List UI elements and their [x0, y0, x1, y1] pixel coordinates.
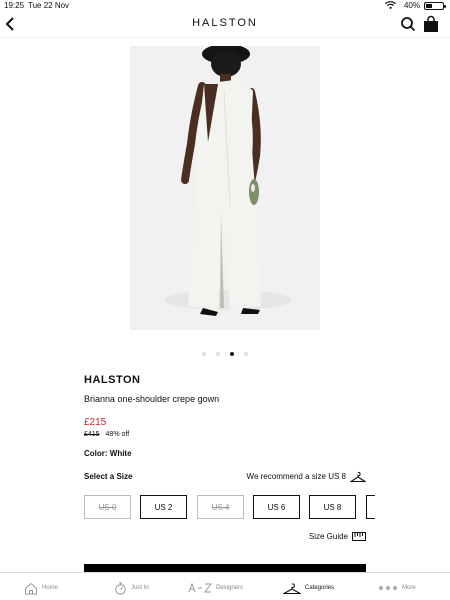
size-recommendation[interactable]: We recommend a size US 8: [247, 472, 346, 481]
tab-home[interactable]: Home: [24, 579, 58, 597]
size-option-us-4[interactable]: US 4: [197, 495, 244, 519]
select-size-label: Select a Size: [84, 472, 133, 481]
a-z-icon: [188, 583, 212, 593]
size-guide-label: Size Guide: [308, 532, 348, 541]
tab-just-in[interactable]: Just In: [114, 579, 149, 597]
product-image[interactable]: [130, 44, 320, 330]
size-header: Select a Size We recommend a size US 8: [84, 471, 366, 484]
product-price: £215: [84, 417, 107, 428]
carousel-dot[interactable]: [244, 352, 248, 356]
hanger-icon: [283, 582, 301, 594]
tab-designers[interactable]: Designers: [188, 579, 243, 597]
wifi-icon: [385, 1, 396, 9]
stopwatch-icon: [115, 582, 126, 595]
search-icon[interactable]: [400, 15, 416, 33]
tab-more-label: More: [402, 585, 416, 591]
product-info: HALSTON Brianna one-shoulder crepe gown …: [84, 374, 384, 458]
battery-percentage: 40%: [403, 1, 420, 10]
size-guide-link[interactable]: Size Guide: [309, 532, 366, 541]
shopping-bag-icon[interactable]: [422, 15, 440, 33]
more-dots-icon: [379, 586, 397, 590]
product-color: Color: White: [84, 449, 132, 458]
ruler-icon: [352, 532, 366, 541]
status-bar: 19:25 Tue 22 Nov 40%: [0, 0, 450, 12]
home-icon: [25, 582, 37, 594]
add-to-bag-button[interactable]: [84, 564, 366, 572]
carousel-dot[interactable]: [216, 352, 220, 356]
product-name: Brianna one-shoulder crepe gown: [84, 394, 220, 404]
bottom-tab-bar: Home Just In Designers Categories More: [0, 572, 450, 600]
product-brand[interactable]: HALSTON: [84, 374, 384, 386]
tab-categories[interactable]: Categories: [283, 579, 334, 597]
original-price: £415: [84, 431, 100, 438]
navigation-bar: HALSTON: [0, 12, 450, 38]
brand-logo[interactable]: HALSTON: [0, 17, 450, 29]
tab-home-label: Home: [42, 585, 59, 591]
size-option-us-8[interactable]: US 8: [309, 495, 356, 519]
status-time: 19:25: [4, 1, 25, 10]
carousel-dot[interactable]: [202, 352, 206, 356]
tab-just-in-label: Just In: [131, 585, 149, 591]
discount-badge: 48% off: [105, 431, 130, 438]
status-date: Tue 22 Nov: [28, 1, 70, 10]
tab-more[interactable]: More: [378, 579, 416, 597]
gown-illustration: [164, 44, 292, 316]
hanger-icon[interactable]: [350, 471, 366, 483]
size-option-us-2[interactable]: US 2: [140, 495, 187, 519]
battery-icon: [424, 2, 446, 10]
size-option-partial[interactable]: [366, 495, 375, 519]
size-option-us-0[interactable]: US 0: [84, 495, 131, 519]
tab-designers-label: Designers: [216, 585, 244, 591]
size-option-us-6[interactable]: US 6: [253, 495, 300, 519]
price-row: £415 48% off: [84, 431, 384, 438]
size-selector: US 0 US 2 US 4 US 6 US 8: [84, 495, 375, 519]
tab-categories-label: Categories: [305, 585, 335, 591]
image-carousel-dots: [0, 343, 450, 361]
carousel-dot-active[interactable]: [230, 352, 234, 356]
